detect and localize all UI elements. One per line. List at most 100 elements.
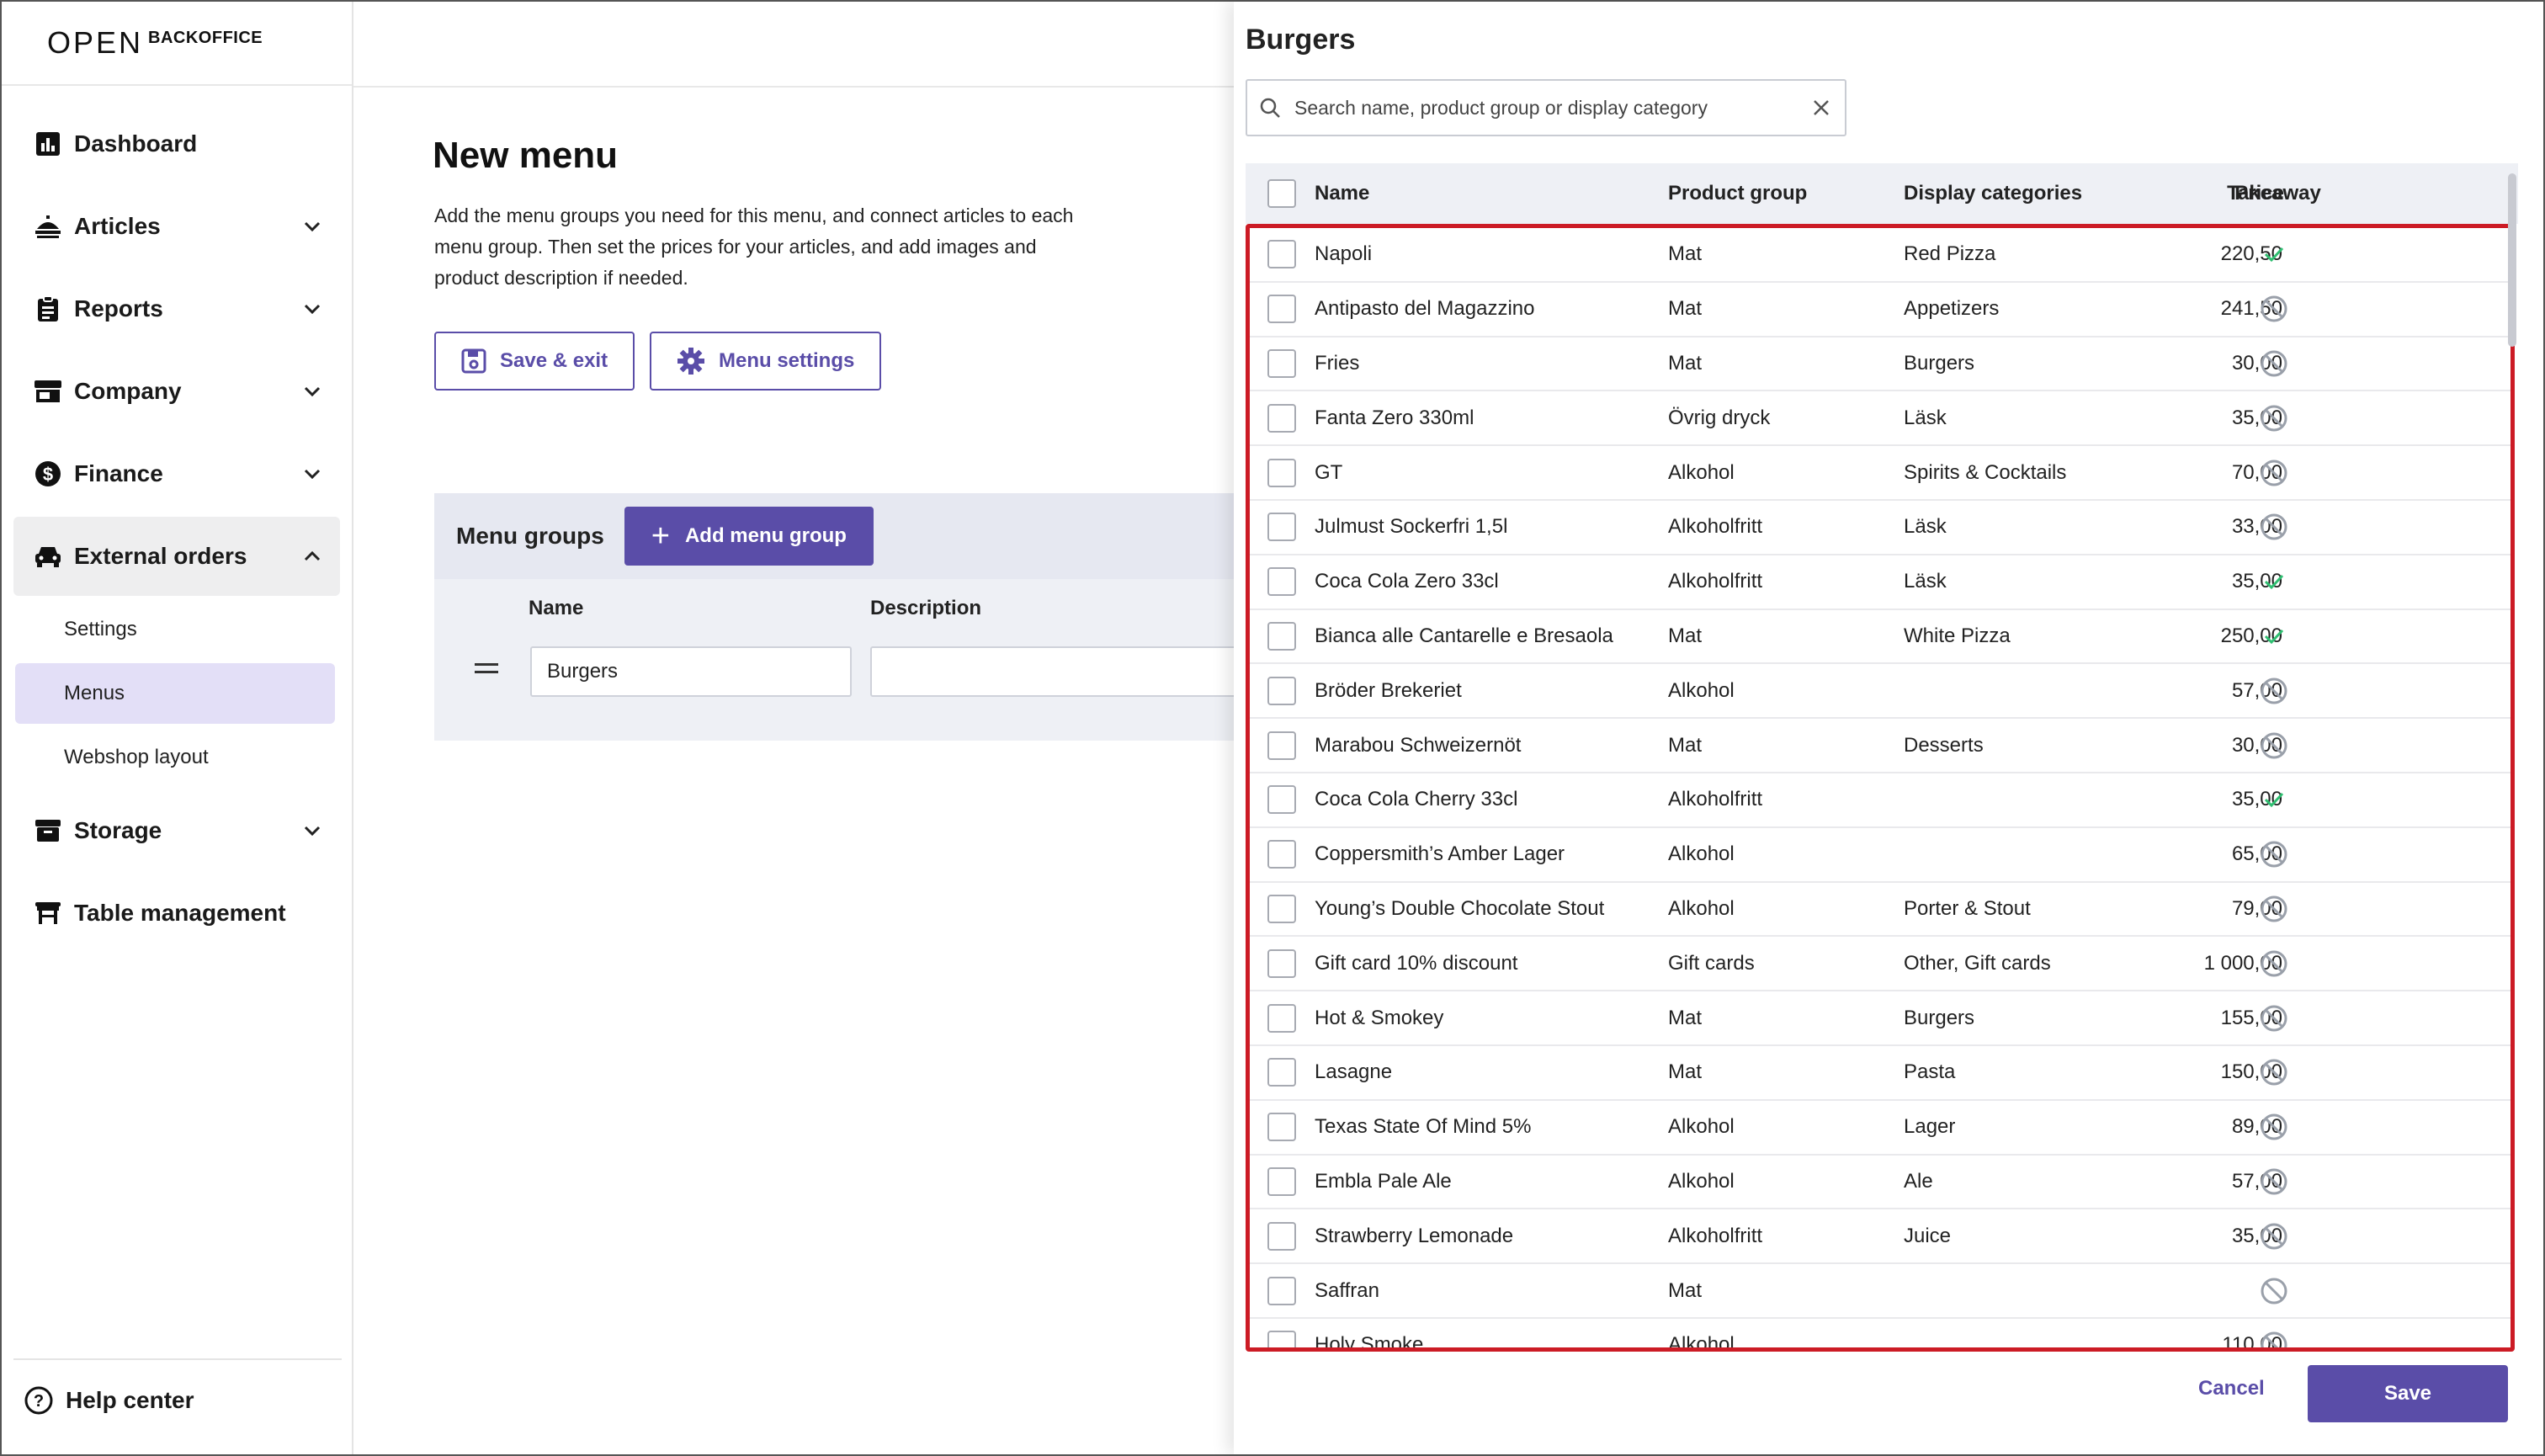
cell-name: Embla Pale Ale — [1315, 1169, 1452, 1193]
cell-name: Saffran — [1315, 1278, 1379, 1302]
row-checkbox[interactable] — [1267, 567, 1296, 597]
blocked-icon — [2213, 1277, 2335, 1305]
blocked-icon — [2213, 677, 2335, 705]
row-checkbox[interactable] — [1267, 894, 1296, 923]
sidebar-subitem-settings[interactable]: Settings — [15, 599, 335, 660]
main-nav: Dashboard Articles Reports Company $ Fin… — [2, 86, 352, 953]
row-checkbox[interactable] — [1267, 1003, 1296, 1033]
row-checkbox[interactable] — [1267, 1331, 1296, 1347]
table-row[interactable]: Fanta Zero 330ml Övrig dryck Läsk 35,00 — [1250, 391, 2510, 447]
cell-name: Fries — [1315, 351, 1360, 375]
cell-product-group: Mat — [1668, 733, 1703, 757]
table-row[interactable]: Coca Cola Cherry 33cl Alkoholfritt 35,00 — [1250, 773, 2510, 828]
menu-group-name-input[interactable]: Burgers — [530, 646, 852, 697]
table-row[interactable]: Antipasto del Magazzino Mat Appetizers 241,… — [1250, 283, 2510, 337]
sidebar-item-storage[interactable]: Storage — [13, 791, 340, 870]
cell-display-category: Ale — [1904, 1169, 1933, 1193]
row-checkbox[interactable] — [1267, 1113, 1296, 1142]
cell-product-group: Alkohol — [1668, 678, 1735, 702]
cell-name: Bianca alle Cantarelle e Bresaola — [1315, 624, 1613, 647]
row-checkbox[interactable] — [1267, 621, 1296, 651]
row-checkbox[interactable] — [1267, 403, 1296, 433]
row-checkbox[interactable] — [1267, 295, 1296, 324]
cell-product-group: Gift cards — [1668, 951, 1755, 975]
sidebar-item-label: Reports — [74, 295, 163, 321]
cell-display-category: Other, Gift cards — [1904, 951, 2051, 975]
menu-group-row: Burgers — [434, 638, 1276, 739]
help-center-link[interactable]: ? Help center — [13, 1358, 342, 1416]
cell-display-category: Läsk — [1904, 570, 1947, 593]
sidebar-subitem-webshop-layout[interactable]: Webshop layout — [15, 727, 335, 788]
sidebar-item-label: Articles — [74, 213, 161, 239]
row-checkbox[interactable] — [1267, 1166, 1296, 1196]
sidebar-item-reports[interactable]: Reports — [13, 269, 340, 348]
table-row[interactable]: Fries Mat Burgers 30,00 — [1250, 337, 2510, 392]
row-checkbox[interactable] — [1267, 513, 1296, 542]
menu-group-description-input[interactable] — [870, 646, 1274, 697]
sidebar-item-finance[interactable]: $ Finance — [13, 434, 340, 513]
search-input[interactable]: Search name, product group or display ca… — [1246, 79, 1846, 136]
row-checkbox[interactable] — [1267, 676, 1296, 705]
table-row[interactable]: Holy Smoke Alkohol 110,00 — [1250, 1319, 2510, 1347]
table-row[interactable]: Texas State Of Mind 5% Alkohol Lager 89,00 — [1250, 1101, 2510, 1156]
select-all-checkbox[interactable] — [1267, 179, 1296, 208]
cell-product-group: Alkohol — [1668, 896, 1735, 920]
row-checkbox[interactable] — [1267, 949, 1296, 978]
drag-handle-icon[interactable] — [475, 663, 498, 678]
cell-product-group: Mat — [1668, 242, 1703, 266]
sidebar-item-table-management[interactable]: Table management — [13, 874, 340, 953]
table-row[interactable]: Lasagne Mat Pasta 150,00 — [1250, 1046, 2510, 1101]
save-exit-button[interactable]: Save & exit — [434, 332, 635, 391]
menu-settings-button[interactable]: Menu settings — [650, 332, 882, 391]
sidebar-item-company[interactable]: Company — [13, 352, 340, 431]
archive-icon — [34, 816, 62, 845]
menu-groups-title: Menu groups — [456, 523, 604, 549]
sidebar-item-external-orders[interactable]: External orders — [13, 517, 340, 596]
row-checkbox[interactable] — [1267, 840, 1296, 869]
chevron-down-icon — [304, 386, 321, 397]
table-row[interactable]: Napoli Mat Red Pizza 220,50 — [1250, 228, 2510, 283]
table-row[interactable]: Coppersmith’s Amber Lager Alkohol 65,00 — [1250, 828, 2510, 883]
row-checkbox[interactable] — [1267, 240, 1296, 269]
sidebar: OPEN BACKOFFICE Dashboard Articles Repor… — [2, 2, 353, 1454]
table-row[interactable]: Young’s Double Chocolate Stout Alkohol Por… — [1250, 883, 2510, 938]
cell-product-group: Alkoholfritt — [1668, 788, 1763, 811]
row-checkbox[interactable] — [1267, 785, 1296, 815]
sidebar-item-articles[interactable]: Articles — [13, 187, 340, 266]
sidebar-subitem-menus[interactable]: Menus — [15, 663, 335, 724]
save-icon — [461, 348, 486, 374]
table-row[interactable]: Hot & Smokey Mat Burgers 155,00 — [1250, 991, 2510, 1046]
search-icon — [1260, 98, 1280, 118]
scrollbar[interactable] — [2506, 170, 2518, 1352]
sidebar-item-label: Dashboard — [74, 130, 198, 157]
table-row[interactable]: Bröder Brekeriet Alkohol 57,00 — [1250, 664, 2510, 720]
row-checkbox[interactable] — [1267, 1058, 1296, 1087]
sidebar-item-label: External orders — [74, 543, 247, 569]
cancel-button[interactable]: Cancel — [2198, 1377, 2265, 1400]
save-exit-label: Save & exit — [500, 349, 608, 372]
table-row[interactable]: Embla Pale Ale Alkohol Ale 57,00 — [1250, 1156, 2510, 1210]
sidebar-item-dashboard[interactable]: Dashboard — [13, 104, 340, 183]
row-checkbox[interactable] — [1267, 1221, 1296, 1251]
table-row[interactable]: Coca Cola Zero 33cl Alkoholfritt Läsk 35,00 — [1250, 555, 2510, 610]
row-checkbox[interactable] — [1267, 731, 1296, 760]
table-row[interactable]: Bianca alle Cantarelle e Bresaola Mat Whit… — [1250, 610, 2510, 665]
table-row[interactable]: Marabou Schweizernöt Mat Desserts 30,00 — [1250, 719, 2510, 773]
save-button[interactable]: Save — [2308, 1365, 2508, 1422]
close-icon[interactable] — [1811, 98, 1831, 118]
header-product-group: Product group — [1668, 182, 1808, 205]
row-checkbox[interactable] — [1267, 458, 1296, 487]
table-row[interactable]: Strawberry Lemonade Alkoholfritt Juice 35,0… — [1250, 1209, 2510, 1265]
cell-name: Bröder Brekeriet — [1315, 678, 1462, 702]
table-row[interactable]: Julmust Sockerfri 1,5l Alkoholfritt Läsk 33… — [1250, 501, 2510, 555]
cell-display-category: Desserts — [1904, 733, 1984, 757]
table-row[interactable]: Gift card 10% discount Gift cards Other, G… — [1250, 937, 2510, 992]
table-row[interactable]: GT Alkohol Spirits & Cocktails 70,00 — [1250, 446, 2510, 501]
add-menu-group-button[interactable]: + Add menu group — [624, 507, 874, 566]
sidebar-item-label: Finance — [74, 460, 163, 486]
row-checkbox[interactable] — [1267, 348, 1296, 378]
table-row[interactable]: Saffran Mat — [1250, 1264, 2510, 1319]
cell-name: Hot & Smokey — [1315, 1006, 1444, 1029]
scrollbar-thumb[interactable] — [2508, 173, 2516, 347]
row-checkbox[interactable] — [1267, 1276, 1296, 1305]
